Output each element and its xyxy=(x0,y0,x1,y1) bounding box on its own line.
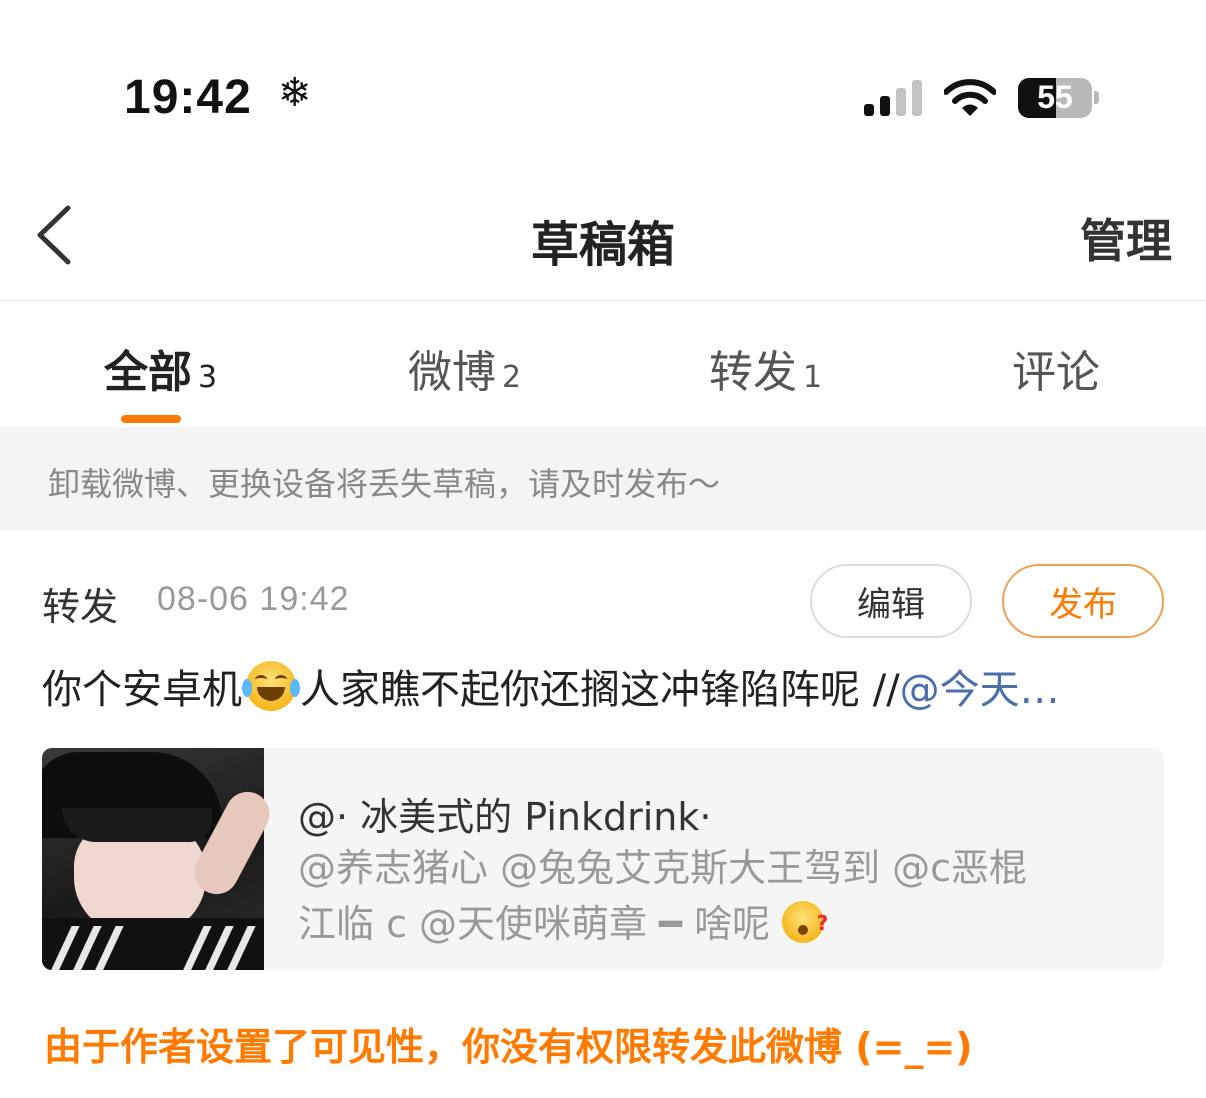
quoted-post-thumbnail xyxy=(42,748,278,970)
battery-level: 55 xyxy=(1037,79,1073,115)
wifi-icon xyxy=(944,79,996,116)
battery-icon: 55 xyxy=(1018,78,1092,118)
mention-link[interactable]: @今天… xyxy=(900,667,1060,713)
cellular-signal-icon xyxy=(864,80,924,116)
tab-count: 3 xyxy=(198,360,218,395)
header-divider xyxy=(0,300,1206,301)
content-text: 你个安卓机 xyxy=(42,667,242,713)
active-tab-indicator xyxy=(121,415,181,423)
tab-count: 2 xyxy=(502,360,522,395)
edit-button[interactable]: 编辑 xyxy=(810,564,972,638)
page-title: 草稿箱 xyxy=(530,217,675,273)
manage-button[interactable]: 管理 xyxy=(1080,205,1172,271)
content-text: 人家瞧不起你还搁这冲锋陷阵呢 // xyxy=(300,667,900,713)
tab-repost[interactable]: 转发 1 xyxy=(709,336,823,398)
snowflake-icon: ❄ xyxy=(278,70,312,116)
wondering-face-emoji-icon: ? xyxy=(782,901,828,943)
tab-weibo[interactable]: 微博 2 xyxy=(408,336,522,398)
publish-button[interactable]: 发布 xyxy=(1002,564,1164,638)
quoted-text-line: @养志猪心 @兔兔艾克斯大王驾到 @c恶棍 xyxy=(298,846,1028,890)
quoted-text: @养志猪心 @兔兔艾克斯大王驾到 @c恶棍 江临 c @天使咪萌章 ━ 啥呢 ? xyxy=(298,840,1118,952)
battery-nub xyxy=(1094,91,1099,104)
laughing-tears-emoji-icon xyxy=(242,661,300,711)
tab-label: 评论 xyxy=(1012,347,1100,398)
tab-label: 全部 xyxy=(104,347,192,398)
tab-label: 转发 xyxy=(709,347,797,398)
draft-type: 转发 xyxy=(42,585,119,629)
quoted-text-line: 江临 c @天使咪萌章 ━ 啥呢 xyxy=(298,902,771,946)
quoted-author: @· 冰美式的 Pinkdrink· xyxy=(298,795,712,839)
notice-text: 卸载微博、更换设备将丢失草稿，请及时发布～ xyxy=(48,465,721,503)
tab-all[interactable]: 全部 3 xyxy=(104,336,218,398)
tab-comment[interactable]: 评论 xyxy=(1012,336,1100,398)
status-time: 19:42 xyxy=(124,71,252,124)
notice-banner: 卸载微博、更换设备将丢失草稿，请及时发布～ xyxy=(0,427,1206,531)
tab-label: 微博 xyxy=(408,347,496,398)
draft-date: 08-06 19:42 xyxy=(157,580,350,618)
permission-warning: 由于作者设置了可见性，你没有权限转发此微博 (=_=) xyxy=(44,1025,973,1069)
draft-content[interactable]: 你个安卓机 人家瞧不起你还搁这冲锋陷阵呢 //@今天… xyxy=(42,660,1166,720)
tab-count: 1 xyxy=(803,360,823,395)
